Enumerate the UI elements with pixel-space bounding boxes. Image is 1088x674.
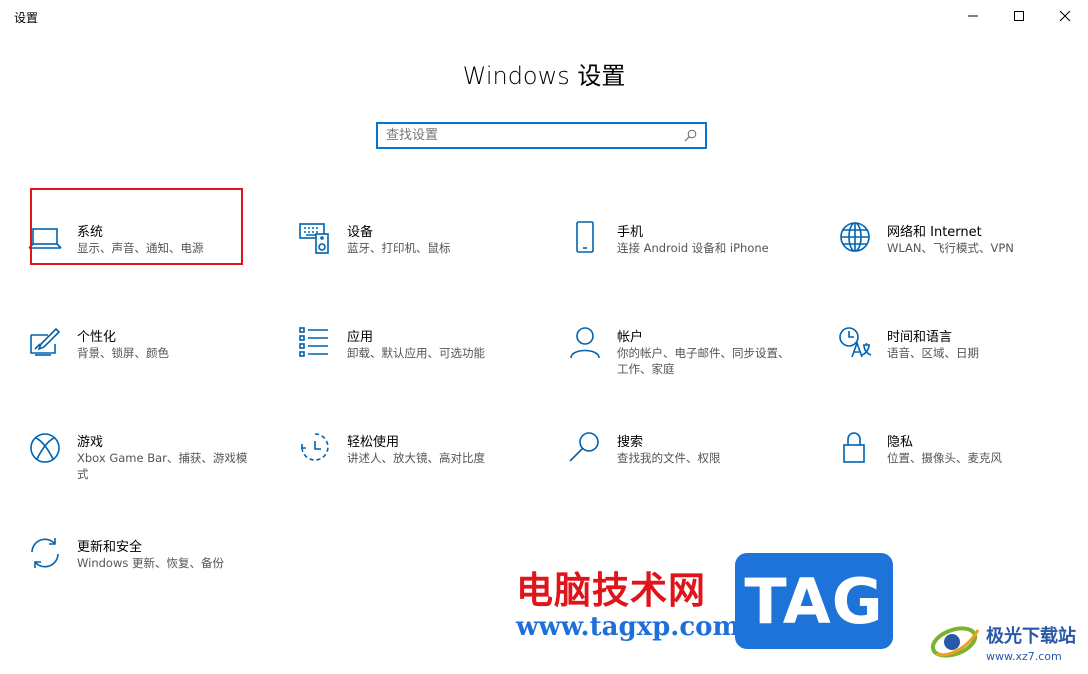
category-title: 应用 (347, 330, 374, 345)
watermark-xz-name: 极光下载站 (986, 626, 1076, 647)
category-search[interactable]: 搜索 查找我的文件、权限 (568, 431, 798, 501)
category-privacy[interactable]: 隐私 位置、摄像头、麦克风 (838, 431, 1068, 501)
category-description: 你的帐户、电子邮件、同步设置、工作、家庭 (617, 346, 790, 376)
category-title: 更新和安全 (77, 540, 143, 555)
category-title: 手机 (617, 225, 644, 240)
category-title: 帐户 (617, 330, 644, 345)
laptop-icon (28, 221, 62, 255)
category-title: 隐私 (887, 435, 914, 450)
xz-logo-icon (930, 626, 980, 658)
category-personalization[interactable]: 个性化 背景、锁屏、颜色 (28, 326, 258, 396)
category-accounts[interactable]: 帐户 你的帐户、电子邮件、同步设置、工作、家庭 (568, 326, 798, 396)
search-input[interactable] (386, 126, 676, 145)
category-description: Windows 更新、恢复、备份 (77, 556, 224, 570)
category-description: 位置、摄像头、麦克风 (887, 451, 1002, 465)
maximize-button[interactable] (996, 0, 1042, 32)
category-description: 语音、区域、日期 (887, 346, 979, 360)
category-description: 背景、锁屏、颜色 (77, 346, 169, 360)
category-title: 时间和语言 (887, 330, 953, 345)
maximize-icon (1014, 11, 1024, 21)
category-description: 连接 Android 设备和 iPhone (617, 241, 769, 255)
category-title: 轻松使用 (347, 435, 400, 450)
lock-icon (838, 431, 872, 465)
category-description: Xbox Game Bar、捕获、游戏模式 (77, 451, 248, 481)
category-description: 显示、声音、通知、电源 (77, 241, 204, 255)
close-icon (1059, 10, 1071, 22)
category-description: 卸载、默认应用、可选功能 (347, 346, 485, 360)
person-icon (568, 326, 602, 360)
category-description: 讲述人、放大镜、高对比度 (347, 451, 485, 465)
watermark-site-url: www.tagxp.com (516, 612, 741, 642)
minimize-icon (968, 15, 978, 17)
watermark-tag-logo: TAG (735, 553, 893, 649)
sync-icon (28, 536, 62, 570)
title-bar: 设置 (0, 0, 1088, 32)
search-icon (568, 431, 602, 465)
category-title: 个性化 (77, 330, 117, 345)
ease-of-access-icon (298, 431, 332, 465)
category-description: 蓝牙、打印机、鼠标 (347, 241, 451, 255)
category-title: 游戏 (77, 435, 104, 450)
keyboard-speaker-icon (298, 221, 332, 255)
search-icon[interactable] (684, 129, 697, 142)
category-title: 系统 (77, 225, 104, 240)
time-language-icon (838, 326, 872, 360)
category-devices[interactable]: 设备 蓝牙、打印机、鼠标 (298, 221, 528, 291)
category-ease-of-access[interactable]: 轻松使用 讲述人、放大镜、高对比度 (298, 431, 528, 501)
category-description: WLAN、飞行模式、VPN (887, 241, 1014, 255)
watermark-xz-url: www.xz7.com (986, 650, 1062, 663)
watermark-site-name: 电脑技术网 (516, 568, 706, 612)
window-title: 设置 (14, 11, 39, 25)
category-network[interactable]: 网络和 Internet WLAN、飞行模式、VPN (838, 221, 1068, 291)
close-button[interactable] (1042, 0, 1088, 32)
category-phone[interactable]: 手机 连接 Android 设备和 iPhone (568, 221, 798, 291)
category-description: 查找我的文件、权限 (617, 451, 721, 465)
category-title: 设备 (347, 225, 374, 240)
globe-icon (838, 221, 872, 255)
category-title: 网络和 Internet (887, 225, 982, 240)
phone-icon (568, 221, 602, 255)
category-system[interactable]: 系统 显示、声音、通知、电源 (28, 221, 258, 291)
minimize-button[interactable] (950, 0, 996, 32)
search-box[interactable] (376, 122, 707, 149)
category-update-security[interactable]: 更新和安全 Windows 更新、恢复、备份 (28, 536, 258, 606)
paint-pen-icon (28, 326, 62, 360)
app-list-icon (298, 326, 332, 360)
category-gaming[interactable]: 游戏 Xbox Game Bar、捕获、游戏模式 (28, 431, 258, 501)
category-apps[interactable]: 应用 卸载、默认应用、可选功能 (298, 326, 528, 396)
category-time-language[interactable]: 时间和语言 语音、区域、日期 (838, 326, 1068, 396)
category-title: 搜索 (617, 435, 644, 450)
xbox-icon (28, 431, 62, 465)
page-title: Windows 设置 (462, 62, 626, 90)
